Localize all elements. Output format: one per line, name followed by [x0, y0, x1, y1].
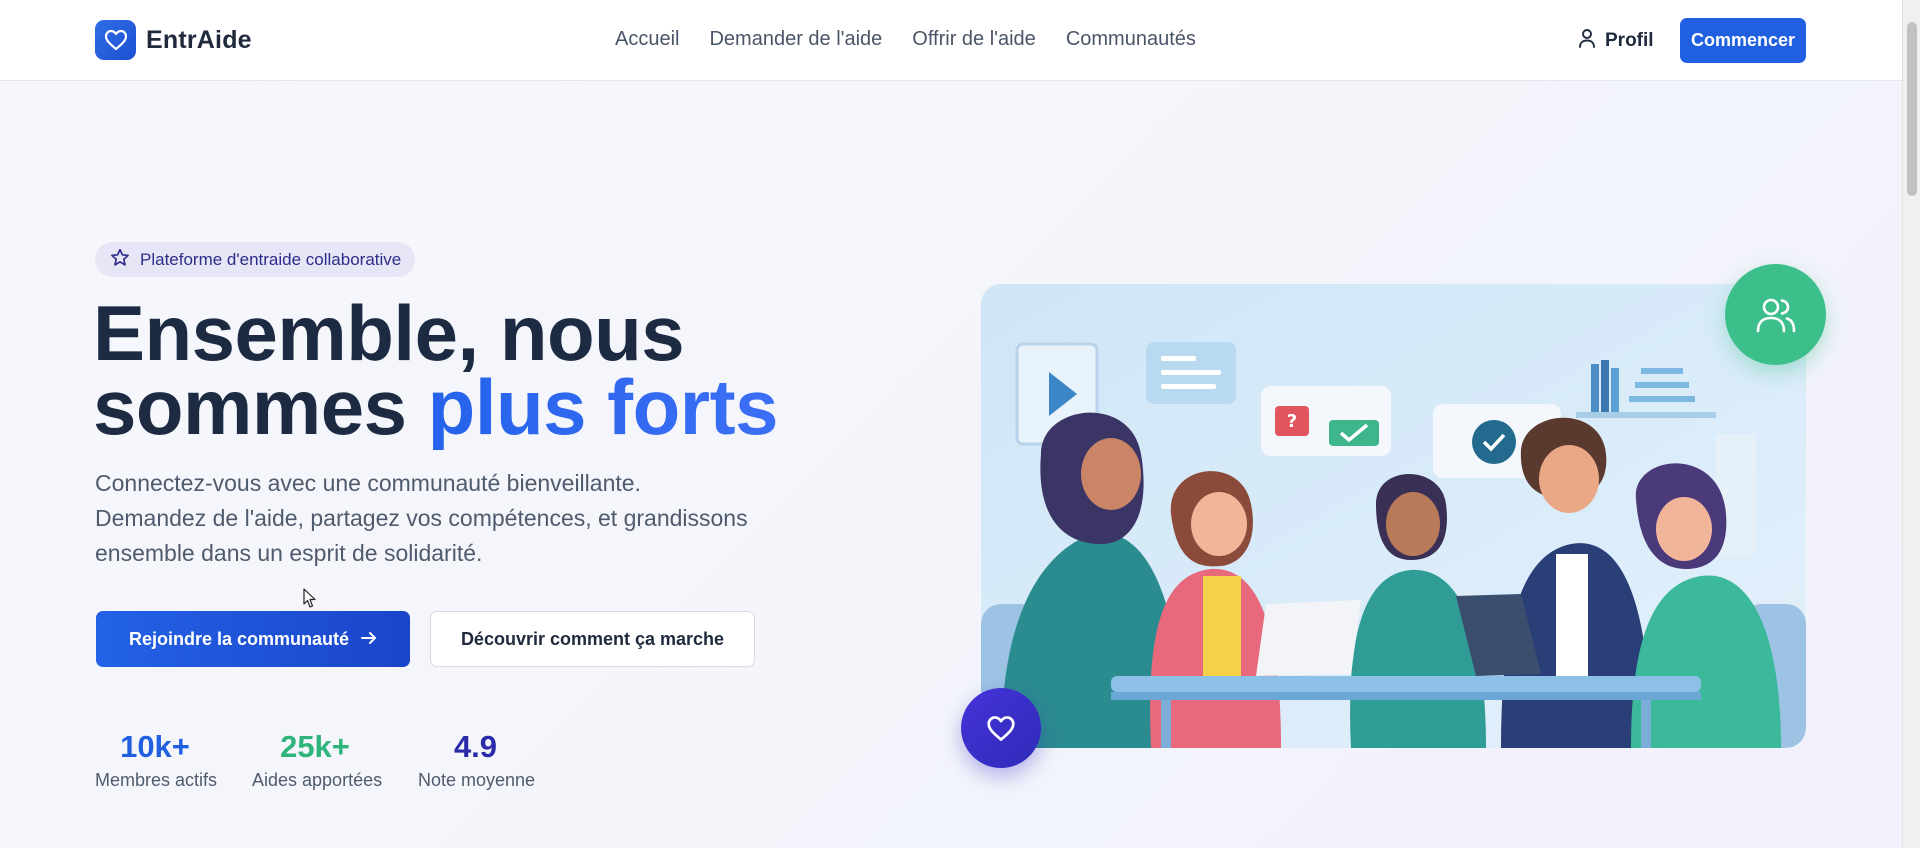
stat-label: Aides apportées: [252, 770, 383, 790]
stat-members: 10k+ Membres actifs: [95, 728, 218, 791]
top-navbar: EntrAide Accueil Demander de l'aide Offr…: [0, 0, 1902, 81]
hero-title: Ensemble, nous sommes plus forts: [93, 294, 813, 446]
stat-label: Note moyenne: [418, 770, 536, 790]
profile-link[interactable]: Profil: [1578, 28, 1654, 54]
arrow-right-icon: [361, 629, 377, 650]
brand-logo[interactable]: EntrAide: [95, 20, 252, 60]
nav-link-offrir[interactable]: Offrir de l'aide: [912, 28, 1036, 51]
stat-label: Membres actifs: [95, 770, 218, 790]
brand-name: EntrAide: [146, 25, 252, 54]
users-icon: [1725, 264, 1826, 365]
join-community-button[interactable]: Rejoindre la communauté: [96, 611, 410, 667]
heart-icon: [961, 688, 1041, 768]
badge-label: Plateforme d'entraide collaborative: [140, 249, 402, 269]
profile-label: Profil: [1605, 30, 1654, 51]
nav-link-accueil[interactable]: Accueil: [615, 28, 679, 51]
start-button[interactable]: Commencer: [1680, 18, 1806, 63]
join-button-label: Rejoindre la communauté: [128, 628, 350, 649]
nav-link-demander[interactable]: Demander de l'aide: [709, 28, 882, 51]
page-scrollbar[interactable]: [1902, 0, 1920, 848]
discover-how-button[interactable]: Découvrir comment ça marche: [430, 611, 755, 667]
nav-link-communautes[interactable]: Communautés: [1066, 28, 1196, 51]
hero-illustration: ?: [981, 284, 1806, 748]
scrollbar-thumb[interactable]: [1907, 22, 1917, 196]
stat-rating: 4.9 Note moyenne: [418, 728, 536, 791]
stat-value: 10k+: [120, 729, 190, 764]
mouse-cursor-icon: [303, 588, 317, 614]
star-icon: [110, 248, 130, 272]
hero-description: Connectez-vous avec une communauté bienv…: [95, 470, 748, 566]
svg-text:?: ?: [1287, 411, 1297, 432]
stat-help-given: 25k+ Aides apportées: [252, 728, 383, 791]
hero-title-accent: plus forts: [427, 363, 779, 451]
main-nav: Accueil Demander de l'aide Offrir de l'a…: [615, 28, 1196, 51]
hero-title-line2: sommes: [93, 363, 428, 451]
stat-value: 4.9: [453, 729, 498, 764]
platform-badge: Plateforme d'entraide collaborative: [95, 242, 416, 277]
user-icon: [1578, 28, 1596, 54]
stat-value: 25k+: [280, 729, 350, 764]
heart-icon: [95, 20, 136, 60]
